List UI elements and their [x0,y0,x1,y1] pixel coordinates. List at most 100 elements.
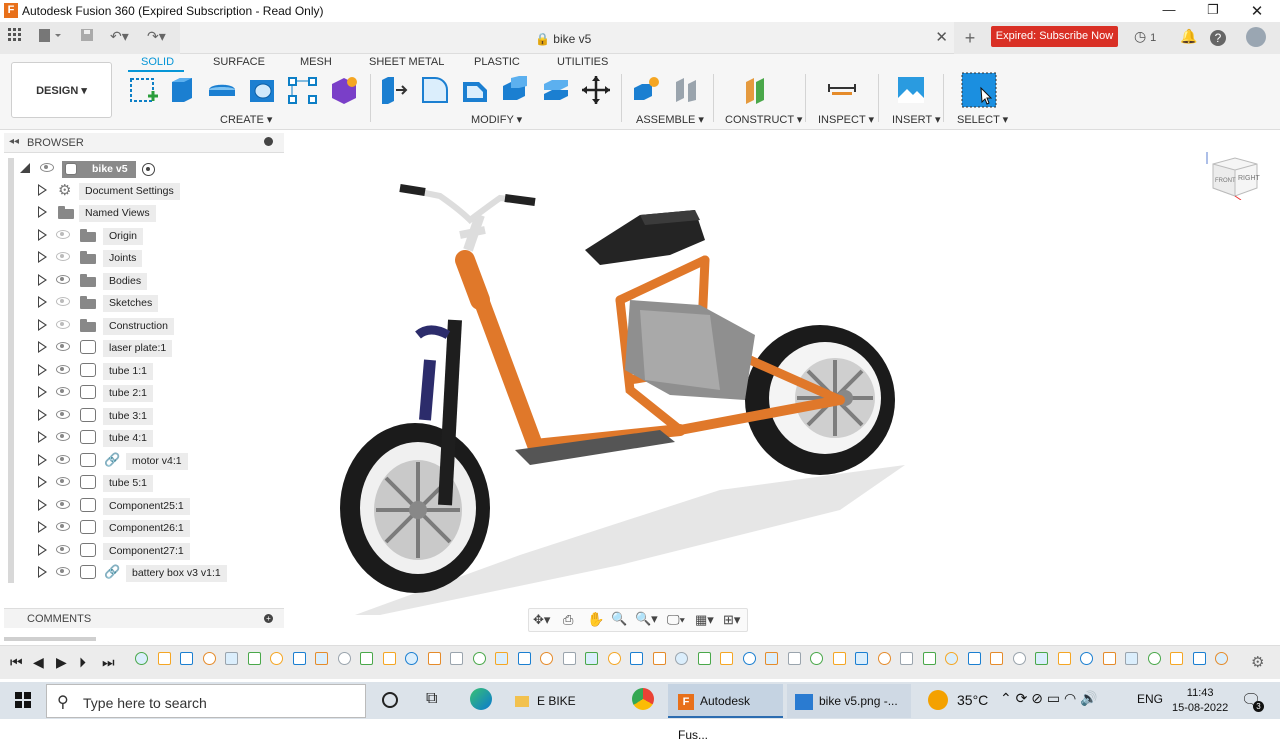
document-tab[interactable]: 🔒 bike v5 ✕ [180,22,954,54]
user-avatar[interactable] [1246,27,1266,47]
expand-arrow-icon[interactable] [38,386,47,398]
timeline-feature-icon[interactable] [337,652,351,665]
timeline-feature-icon[interactable] [855,652,868,665]
tree-item-named-views[interactable]: Named Views [10,202,284,224]
tree-root-row[interactable]: bike v5 [10,158,284,180]
inspect-group-label[interactable]: INSPECT ▾ [818,113,874,126]
tab-mesh[interactable]: MESH [300,56,332,68]
timeline-feature-icon[interactable] [922,652,936,665]
timeline-feature-icon[interactable] [1125,652,1138,665]
revolve-icon[interactable] [206,74,238,106]
offset-plane-icon[interactable] [742,74,774,106]
timeline-feature-icon[interactable] [1192,652,1206,665]
visibility-eye-icon[interactable] [56,522,70,531]
new-tab-button[interactable]: + [960,28,980,48]
insert-image-icon[interactable] [895,74,927,106]
tab-plastic[interactable]: PLASTIC [474,56,520,68]
visibility-eye-icon[interactable] [56,455,70,464]
tree-item-component[interactable]: tube 4:1 [10,427,284,449]
hidden-eye-icon[interactable] [56,320,70,329]
visibility-eye-icon[interactable] [40,163,54,172]
save-icon[interactable] [80,28,94,48]
weather-temperature[interactable]: 35°C [957,692,988,708]
hidden-eye-icon[interactable] [56,297,70,306]
hidden-eye-icon[interactable] [56,230,70,239]
timeline-feature-icon[interactable] [742,652,756,665]
expand-arrow-icon[interactable] [38,296,47,308]
timeline-feature-icon[interactable] [517,652,531,665]
timeline-feature-icon[interactable] [495,652,508,665]
edge-browser-icon[interactable] [470,688,492,710]
tree-item-component[interactable]: Component25:1 [10,495,284,517]
workspace-switcher-button[interactable]: DESIGN ▾ [11,62,112,118]
timeline-feature-icon[interactable] [540,652,553,665]
timeline-feature-icon[interactable] [900,652,913,665]
assemble-group-label[interactable]: ASSEMBLE ▾ [636,113,704,126]
visibility-eye-icon[interactable] [56,432,70,441]
timeline-feature-icon[interactable] [202,652,216,665]
timeline-feature-icon[interactable] [585,652,598,665]
add-comment-icon[interactable]: + [264,614,273,623]
tree-item-bodies[interactable]: Bodies [10,270,284,292]
browser-header[interactable]: ◂◂ BROWSER [4,133,284,153]
model-viewport[interactable] [300,160,940,620]
tree-item-joints[interactable]: Joints [10,247,284,269]
timeline-feature-icon[interactable] [270,652,283,665]
expand-arrow-icon[interactable] [38,454,47,466]
zoom-icon[interactable]: 🔍 [611,611,627,627]
visibility-eye-icon[interactable] [56,545,70,554]
browser-options-icon[interactable] [264,137,273,146]
help-icon[interactable]: ? [1210,30,1226,46]
tree-item-component[interactable]: tube 3:1 [10,405,284,427]
task-view-icon[interactable]: ⧉ [426,690,437,708]
insert-group-label[interactable]: INSERT ▾ [892,113,941,126]
create-group-label[interactable]: CREATE ▾ [220,113,272,126]
expand-arrow-icon[interactable] [38,431,47,443]
timeline-feature-icon[interactable] [832,652,846,665]
tree-item-sketches[interactable]: Sketches [10,292,284,314]
tree-item-component[interactable]: Component26:1 [10,517,284,539]
expand-arrow-icon[interactable] [38,544,47,556]
timeline-feature-icon[interactable] [180,652,193,665]
timeline-feature-icon[interactable] [1057,652,1071,665]
create-sketch-icon[interactable] [128,74,160,106]
expand-arrow-icon[interactable] [38,319,47,331]
timeline-feature-icon[interactable] [990,652,1003,665]
pan-icon[interactable]: ✋ [587,611,604,628]
timeline-scroll[interactable] [4,637,96,641]
viewcube[interactable]: FRONT RIGHT [1205,150,1261,200]
extrude-icon[interactable] [166,74,198,106]
expanded-arrow-icon[interactable] [20,163,30,173]
language-indicator[interactable]: ENG [1137,692,1163,706]
timeline-feature-icon[interactable] [697,652,711,665]
timeline-feature-icon[interactable] [787,652,801,665]
collapse-browser-icon[interactable]: ◂◂ [9,136,19,147]
timeline-play-icon[interactable]: ▶ [56,654,67,671]
timeline-feature-icon[interactable] [382,652,396,665]
taskbar-clock[interactable]: 11:43 15-08-2022 [1172,686,1228,716]
timeline-settings-gear-icon[interactable]: ⚙ [1251,653,1264,671]
undo-icon[interactable]: ↶▾ [110,28,129,48]
timeline-feature-icon[interactable] [967,652,981,665]
display-settings-icon[interactable]: 🖵▾ [667,612,685,628]
timeline-feature-icon[interactable] [607,652,621,665]
chamfer-icon[interactable] [459,74,491,106]
timeline-feature-icon[interactable] [1147,652,1161,665]
expired-subscribe-button[interactable]: Expired: Subscribe Now [991,26,1118,47]
measure-icon[interactable] [826,74,858,106]
cortana-icon[interactable] [382,692,398,708]
activate-radio-icon[interactable] [142,163,155,176]
timeline-feature-icon[interactable] [450,652,463,665]
visibility-eye-icon[interactable] [56,342,70,351]
create-form-icon[interactable] [328,74,360,106]
file-menu-icon[interactable] [38,28,64,48]
timeline-feature-icon[interactable] [945,652,958,665]
expand-arrow-icon[interactable] [38,206,47,218]
viewports-icon[interactable]: ⊞▾ [723,612,740,628]
timeline-feature-icon[interactable] [225,652,238,665]
move-copy-icon[interactable] [580,74,612,106]
hidden-eye-icon[interactable] [56,252,70,261]
tree-item-origin[interactable]: Origin [10,225,284,247]
expand-arrow-icon[interactable] [38,566,47,578]
tree-item-construction[interactable]: Construction [10,315,284,337]
